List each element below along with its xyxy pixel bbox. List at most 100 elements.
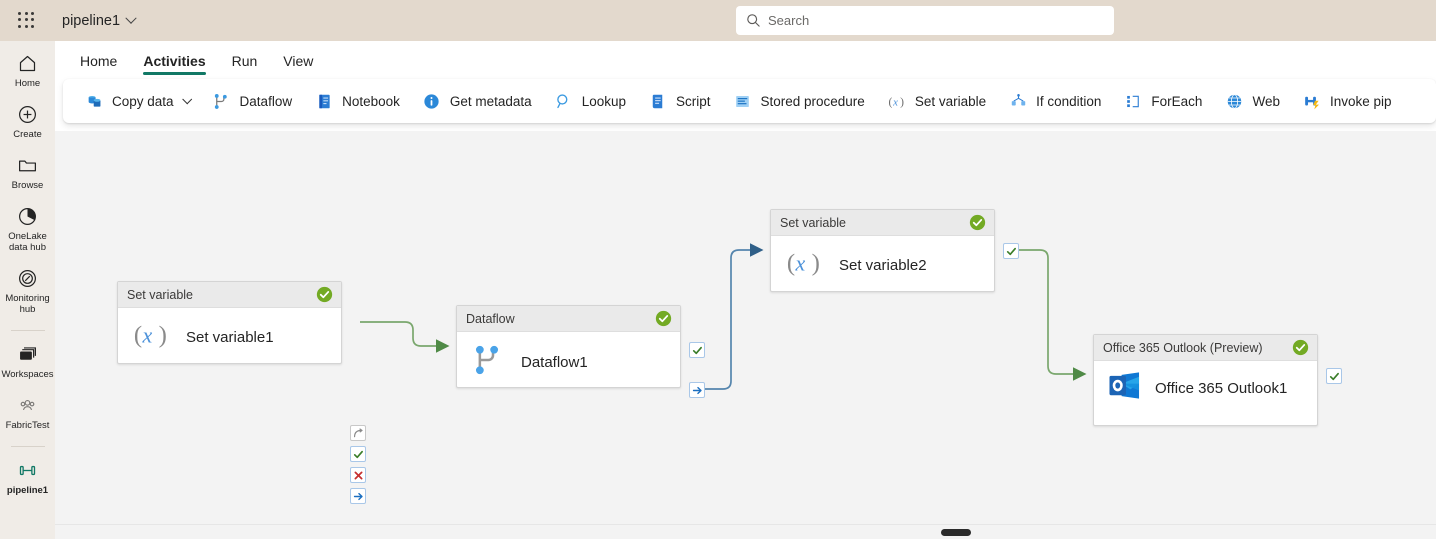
info-circle-icon: [422, 91, 442, 111]
activity-node-set-variable-1[interactable]: Set variable ( x ) Set variable1: [117, 281, 366, 504]
node-name-label: Set variable2: [839, 257, 927, 274]
success-check-badge: [1292, 339, 1309, 356]
node-header: Set variable: [771, 210, 994, 236]
on-success-handle-icon[interactable]: [1326, 368, 1342, 384]
command-label: Stored procedure: [760, 93, 865, 109]
on-completion-handle-icon[interactable]: [350, 488, 366, 504]
set-variable-icon: ( x ): [132, 320, 172, 355]
sidebar-item-label: Browse: [11, 180, 44, 191]
success-check-badge: [969, 214, 986, 231]
node-name-label: Office 365 Outlook1: [1155, 379, 1288, 397]
scroll-thumb[interactable]: [941, 529, 971, 536]
app-root: pipeline1 Home: [0, 0, 1436, 539]
success-check-badge: [316, 286, 333, 303]
command-invoke-pipeline[interactable]: Invoke pip: [1293, 85, 1401, 117]
command-web[interactable]: Web: [1215, 85, 1289, 117]
horizontal-scrollbar[interactable]: [55, 524, 1436, 539]
sidebar-item-label: pipeline1: [6, 485, 49, 496]
sidebar-item-pipeline1[interactable]: pipeline1: [0, 458, 55, 496]
command-lookup[interactable]: Lookup: [545, 85, 635, 117]
on-success-handle-icon[interactable]: [689, 342, 705, 358]
command-set-variable[interactable]: ( x ) Set variable: [878, 85, 995, 117]
tab-activities[interactable]: Activities: [132, 46, 216, 75]
sidebar-item-fabrictest[interactable]: FabricTest: [0, 393, 55, 431]
pipeline-title-menu[interactable]: pipeline1: [62, 12, 137, 29]
top-header-bar: pipeline1: [0, 0, 1436, 41]
copy-data-icon: [84, 91, 104, 111]
svg-text:x: x: [141, 323, 152, 348]
node-name-label: Set variable1: [186, 329, 274, 346]
skip-handle-icon[interactable]: [350, 425, 366, 441]
command-label: Dataflow: [239, 93, 293, 109]
ribbon: Home Activities Run View Copy data Dataf…: [55, 41, 1436, 131]
chevron-down-icon: [125, 12, 137, 24]
node-body: ( x ) Set variable1: [118, 308, 341, 367]
node-type-label: Dataflow: [466, 311, 515, 326]
on-success-handle-icon[interactable]: [1003, 243, 1019, 259]
invoke-pipeline-icon: [1302, 91, 1322, 111]
sidebar-item-workspaces[interactable]: Workspaces: [0, 342, 55, 380]
activity-node-office-365-outlook-1[interactable]: Office 365 Outlook (Preview) Office 365 …: [1093, 334, 1342, 426]
activity-node-set-variable-2[interactable]: Set variable ( x ) Set variable2: [770, 209, 1019, 292]
activities-command-bar: Copy data Dataflow Notebook Get metadata…: [63, 79, 1436, 123]
activity-node-dataflow-1[interactable]: Dataflow Dataflow1: [456, 305, 705, 398]
sidebar-item-label: OneLake data hub: [8, 231, 47, 253]
on-success-handle-icon[interactable]: [350, 446, 366, 462]
command-if-condition[interactable]: If condition: [999, 85, 1110, 117]
node-header: Set variable: [118, 282, 341, 308]
svg-text:(: (: [888, 96, 892, 108]
people-icon: [17, 393, 38, 417]
sidebar-item-monitoring-hub[interactable]: Monitoring hub: [0, 266, 55, 315]
command-get-metadata[interactable]: Get metadata: [413, 85, 541, 117]
search-input[interactable]: [768, 13, 1104, 28]
sidebar-item-home[interactable]: Home: [0, 51, 55, 89]
svg-text:(: (: [787, 250, 795, 277]
pipeline-title-label: pipeline1: [62, 12, 121, 29]
node-type-label: Set variable: [127, 287, 194, 302]
foreach-icon: [1123, 91, 1143, 111]
rail-divider: [10, 330, 45, 331]
sidebar-item-create[interactable]: Create: [0, 102, 55, 140]
tab-home[interactable]: Home: [69, 46, 128, 75]
lookup-magnifier-icon: [554, 91, 574, 111]
web-globe-icon: [1224, 91, 1244, 111]
command-stored-procedure[interactable]: Stored procedure: [724, 85, 874, 117]
command-notebook[interactable]: Notebook: [305, 85, 409, 117]
app-launcher-icon[interactable]: [14, 8, 40, 34]
svg-text:x: x: [892, 96, 898, 108]
command-dataflow[interactable]: Dataflow: [203, 85, 302, 117]
stored-procedure-icon: [733, 91, 753, 111]
node-header: Office 365 Outlook (Preview): [1094, 335, 1317, 361]
command-copy-data[interactable]: Copy data: [75, 85, 199, 117]
sidebar-item-browse[interactable]: Browse: [0, 153, 55, 191]
script-icon: [648, 91, 668, 111]
success-check-badge: [655, 310, 672, 327]
dataflow-icon: [212, 91, 232, 111]
plus-circle-icon: [17, 102, 38, 126]
on-failure-handle-icon[interactable]: [350, 467, 366, 483]
command-label: Web: [1252, 93, 1280, 109]
onelake-icon: [17, 204, 38, 228]
on-completion-handle-icon[interactable]: [689, 382, 705, 398]
pipeline-canvas[interactable]: Set variable ( x ) Set variable1 Dataflo…: [55, 131, 1436, 524]
sidebar-item-label: Workspaces: [1, 369, 54, 380]
command-label: Get metadata: [449, 93, 532, 109]
command-label: Set variable: [914, 93, 987, 109]
node-body: Dataflow1: [457, 332, 680, 393]
sidebar-item-label: Monitoring hub: [5, 293, 50, 315]
node-name-label: Dataflow1: [521, 354, 588, 371]
sidebar-item-onelake-data-hub[interactable]: OneLake data hub: [0, 204, 55, 253]
tab-view[interactable]: View: [272, 46, 324, 75]
chevron-down-icon[interactable]: [181, 93, 192, 104]
command-label: Notebook: [342, 93, 400, 109]
search-box[interactable]: [736, 6, 1114, 35]
command-label: Script: [675, 93, 711, 109]
svg-text:): ): [159, 322, 167, 349]
svg-text:(: (: [134, 322, 142, 349]
command-label: ForEach: [1151, 93, 1203, 109]
command-foreach[interactable]: ForEach: [1114, 85, 1211, 117]
tab-run[interactable]: Run: [221, 46, 269, 75]
command-label: Lookup: [581, 93, 626, 109]
command-script[interactable]: Script: [639, 85, 720, 117]
folder-icon: [17, 153, 38, 177]
